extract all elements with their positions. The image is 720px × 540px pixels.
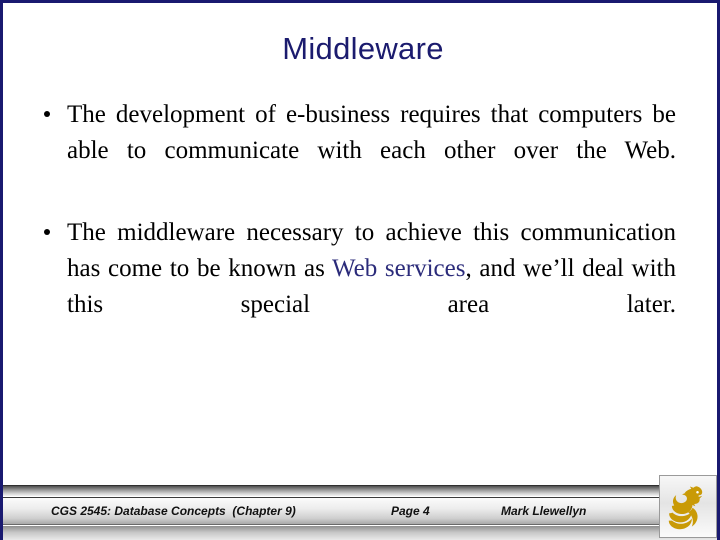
bullet-item: The middleware necessary to achieve this… [36, 215, 676, 359]
footer-author-label: Mark Llewellyn [501, 504, 587, 518]
bullet-dot-icon [44, 229, 50, 235]
footer-bar-top [3, 485, 717, 496]
slide-title-block: Middleware [3, 31, 717, 66]
pegasus-eye [696, 490, 699, 493]
bullet-text-highlight: Web services [332, 255, 466, 282]
footer-bar-bottom [3, 526, 717, 540]
slide-body: The development of e-business requires t… [36, 97, 676, 359]
ucf-pegasus-logo-icon [668, 485, 703, 529]
bullet-dot-icon [44, 111, 50, 117]
bullet-text: The development of e-business requires t… [67, 101, 676, 164]
footer-course-label: CGS 2545: Database Concepts (Chapter 9) [51, 504, 296, 518]
slide-footer: CGS 2545: Database Concepts (Chapter 9) … [3, 475, 717, 540]
bullet-item: The development of e-business requires t… [36, 97, 676, 205]
page-title: Middleware [282, 31, 444, 66]
logo-container [659, 475, 717, 538]
presentation-slide: Middleware The development of e-business… [0, 0, 720, 540]
footer-page-number: Page 4 [391, 504, 430, 518]
